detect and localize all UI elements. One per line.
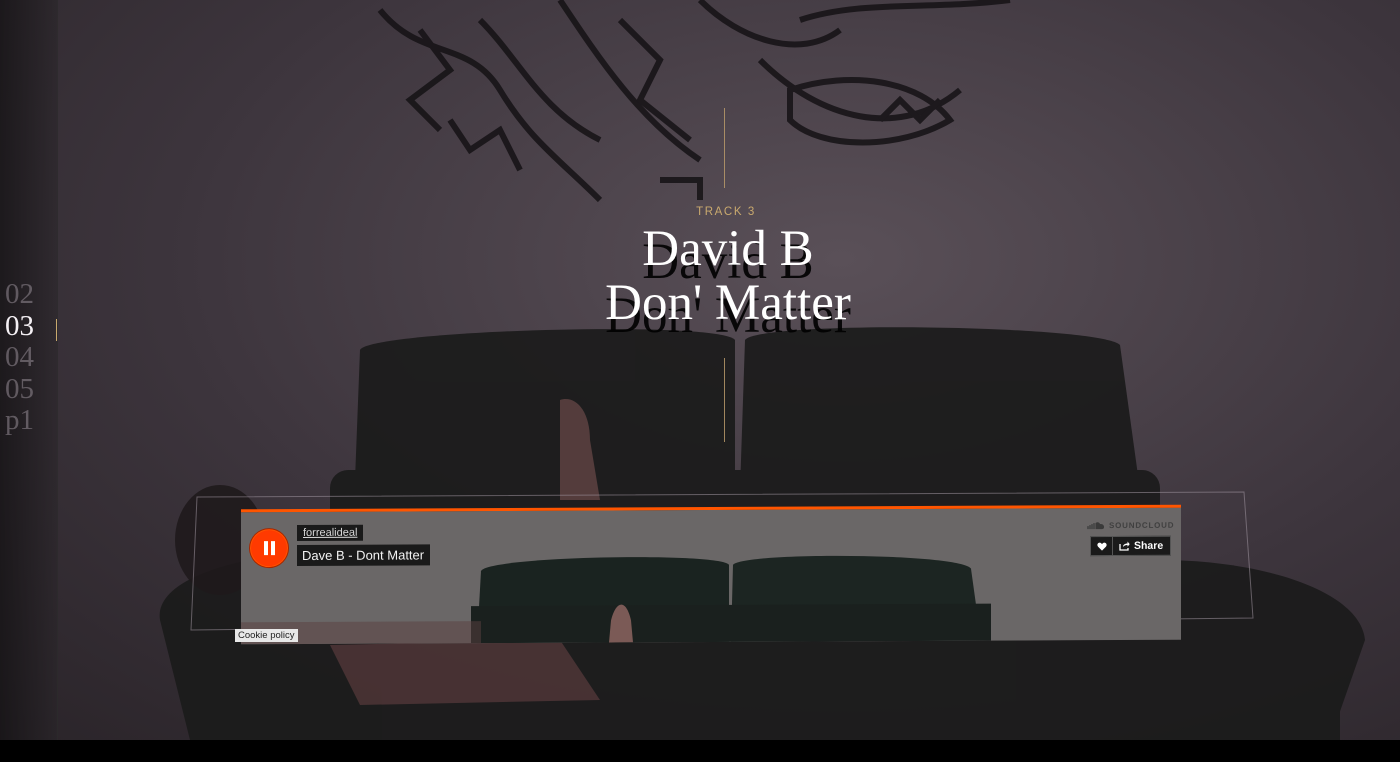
soundcloud-player[interactable]: forrealideal Dave B - Dont Matter SOUNDC… (241, 504, 1181, 645)
uploader-link[interactable]: forrealideal (297, 524, 364, 542)
track-song: Don' Matter (605, 275, 851, 331)
soundcloud-brand: SOUNDCLOUD (1109, 520, 1175, 531)
bottom-bar (0, 740, 1400, 762)
share-label: Share (1134, 539, 1164, 552)
track-artist: David B (642, 221, 814, 277)
pause-button[interactable] (249, 528, 289, 569)
track-number-label: TRACK 3 (696, 206, 756, 218)
divider-top (724, 108, 725, 188)
share-button[interactable]: Share (1113, 535, 1172, 557)
nav-item-05[interactable]: 05 (5, 373, 34, 406)
cookie-policy-link[interactable]: Cookie policy (235, 629, 298, 642)
like-button[interactable] (1090, 536, 1113, 557)
nav-item-04[interactable]: 04 (5, 341, 34, 374)
divider-bottom (724, 358, 725, 442)
pause-icon (263, 541, 276, 556)
heart-icon (1096, 542, 1107, 551)
player-artwork (241, 507, 1181, 645)
soundcloud-logo-icon (1087, 522, 1105, 530)
page: 02 03 04 05 p1 TRACK 3 David B Don' Matt… (0, 0, 1400, 740)
share-icon (1119, 541, 1130, 551)
track-title: David B Don' Matter (0, 222, 1400, 330)
soundcloud-logo[interactable]: SOUNDCLOUD (1087, 521, 1174, 530)
track-name-link[interactable]: Dave B - Dont Matter (297, 544, 431, 567)
nav-item-p1[interactable]: p1 (5, 404, 34, 437)
player-actions: Share (1090, 535, 1172, 557)
